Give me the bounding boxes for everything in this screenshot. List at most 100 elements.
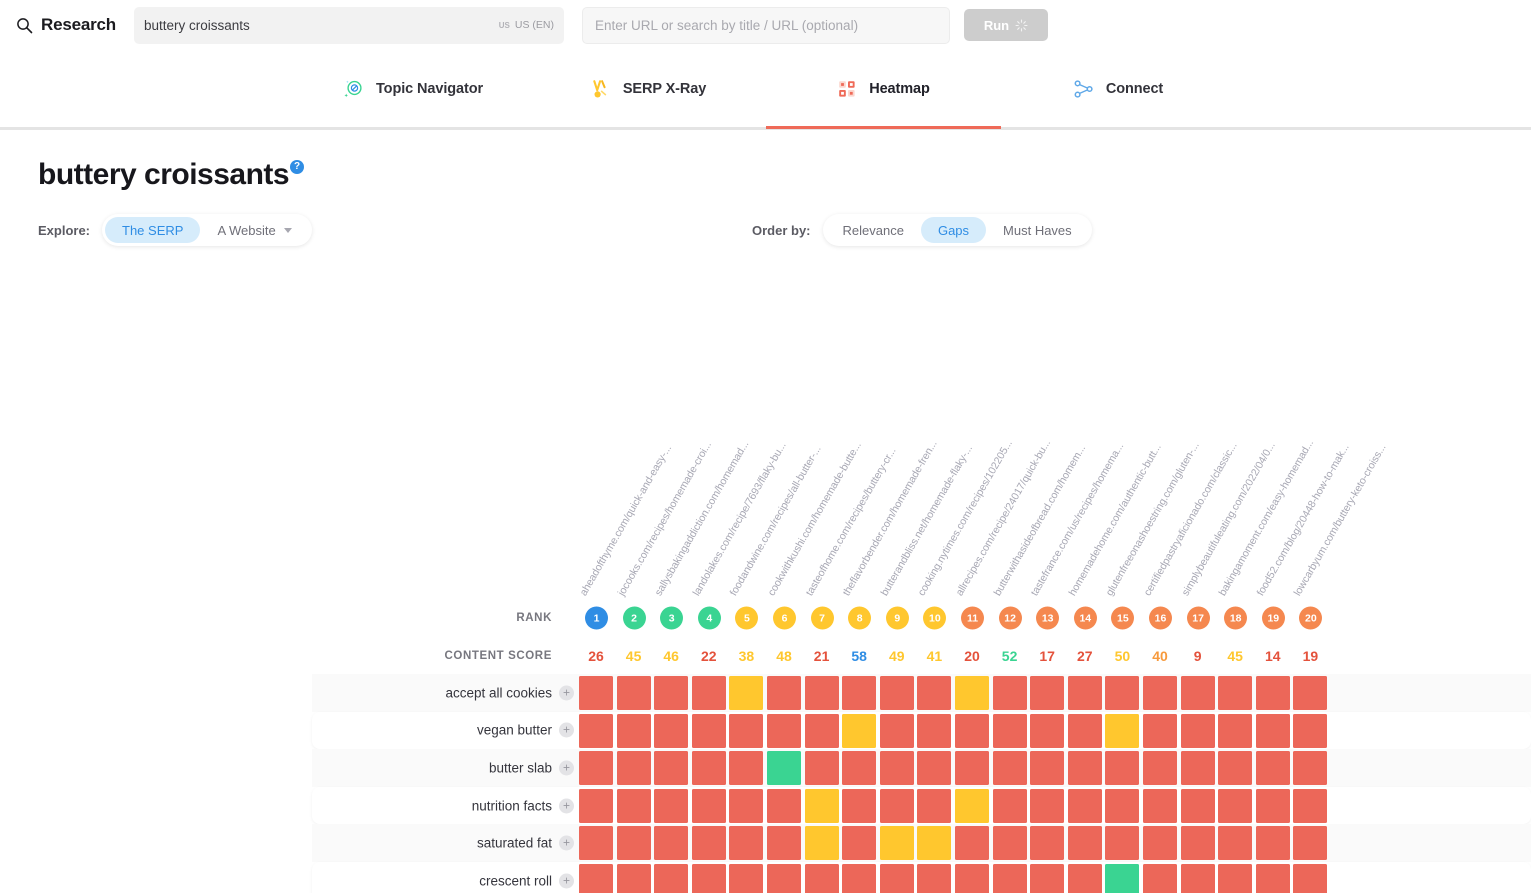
heatmap-cell[interactable] — [955, 751, 989, 785]
heatmap-cell[interactable] — [805, 676, 839, 710]
heatmap-cell[interactable] — [1293, 751, 1327, 785]
heatmap-cell[interactable] — [1218, 751, 1252, 785]
heatmap-cell[interactable] — [1256, 676, 1290, 710]
heatmap-cell[interactable] — [729, 789, 763, 823]
heatmap-cell[interactable] — [729, 751, 763, 785]
rank-badge[interactable]: 3 — [660, 607, 683, 630]
heatmap-cell[interactable] — [917, 676, 951, 710]
heatmap-cell[interactable] — [1068, 864, 1102, 893]
heatmap-cell[interactable] — [729, 676, 763, 710]
heatmap-cell[interactable] — [955, 826, 989, 860]
heatmap-cell[interactable] — [1256, 714, 1290, 748]
heatmap-cell[interactable] — [917, 826, 951, 860]
heatmap-cell[interactable] — [654, 751, 688, 785]
heatmap-cell[interactable] — [1105, 714, 1139, 748]
heatmap-cell[interactable] — [1143, 751, 1177, 785]
rank-badge[interactable]: 5 — [735, 607, 758, 630]
plus-icon[interactable]: + — [559, 798, 574, 813]
heatmap-cell[interactable] — [1218, 864, 1252, 893]
heatmap-cell[interactable] — [1143, 826, 1177, 860]
heatmap-cell[interactable] — [1030, 714, 1064, 748]
heatmap-cell[interactable] — [1293, 714, 1327, 748]
explore-option-a-website[interactable]: A Website — [200, 217, 308, 243]
heatmap-cell[interactable] — [579, 751, 613, 785]
heatmap-cell[interactable] — [993, 751, 1027, 785]
heatmap-cell[interactable] — [917, 789, 951, 823]
heatmap-cell[interactable] — [1181, 864, 1215, 893]
heatmap-cell[interactable] — [1143, 789, 1177, 823]
heatmap-cell[interactable] — [993, 714, 1027, 748]
heatmap-cell[interactable] — [842, 864, 876, 893]
heatmap-cell[interactable] — [993, 864, 1027, 893]
rank-badge[interactable]: 12 — [999, 607, 1022, 630]
heatmap-cell[interactable] — [1293, 676, 1327, 710]
heatmap-cell[interactable] — [880, 789, 914, 823]
heatmap-cell[interactable] — [617, 676, 651, 710]
heatmap-cell[interactable] — [767, 826, 801, 860]
heatmap-cell[interactable] — [729, 864, 763, 893]
rank-badge[interactable]: 18 — [1224, 607, 1247, 630]
heatmap-cell[interactable] — [767, 714, 801, 748]
heatmap-cell[interactable] — [993, 826, 1027, 860]
heatmap-cell[interactable] — [767, 751, 801, 785]
heatmap-cell[interactable] — [880, 676, 914, 710]
heatmap-cell[interactable] — [842, 826, 876, 860]
heatmap-cell[interactable] — [955, 676, 989, 710]
heatmap-cell[interactable] — [1143, 676, 1177, 710]
plus-icon[interactable]: + — [559, 836, 574, 851]
heatmap-cell[interactable] — [654, 714, 688, 748]
heatmap-cell[interactable] — [880, 826, 914, 860]
heatmap-cell[interactable] — [1256, 751, 1290, 785]
run-button[interactable]: Run — [964, 9, 1048, 41]
heatmap-cell[interactable] — [767, 789, 801, 823]
heatmap-cell[interactable] — [729, 826, 763, 860]
tab-heatmap[interactable]: Heatmap — [766, 50, 1001, 127]
rank-badge[interactable]: 11 — [961, 607, 984, 630]
heatmap-cell[interactable] — [1105, 826, 1139, 860]
explore-option-the-serp[interactable]: The SERP — [105, 217, 200, 243]
heatmap-cell[interactable] — [617, 826, 651, 860]
heatmap-cell[interactable] — [692, 789, 726, 823]
rank-badge[interactable]: 16 — [1149, 607, 1172, 630]
heatmap-cell[interactable] — [880, 714, 914, 748]
order-option-relevance[interactable]: Relevance — [826, 217, 921, 243]
heatmap-cell[interactable] — [1181, 676, 1215, 710]
heatmap-cell[interactable] — [1143, 864, 1177, 893]
heatmap-cell[interactable] — [1181, 751, 1215, 785]
heatmap-cell[interactable] — [1218, 714, 1252, 748]
heatmap-cell[interactable] — [1256, 826, 1290, 860]
tab-topic-navigator[interactable]: Topic Navigator — [296, 50, 531, 127]
heatmap-cell[interactable] — [1030, 751, 1064, 785]
heatmap-cell[interactable] — [579, 864, 613, 893]
heatmap-cell[interactable] — [1181, 826, 1215, 860]
plus-icon[interactable]: + — [559, 685, 574, 700]
heatmap-cell[interactable] — [1030, 864, 1064, 893]
heatmap-cell[interactable] — [1068, 789, 1102, 823]
heatmap-cell[interactable] — [1181, 789, 1215, 823]
heatmap-cell[interactable] — [1068, 676, 1102, 710]
rank-badge[interactable]: 17 — [1187, 607, 1210, 630]
heatmap-cell[interactable] — [842, 789, 876, 823]
rank-badge[interactable]: 6 — [773, 607, 796, 630]
heatmap-cell[interactable] — [1030, 826, 1064, 860]
rank-badge[interactable]: 10 — [923, 607, 946, 630]
heatmap-cell[interactable] — [880, 864, 914, 893]
rank-badge[interactable]: 1 — [585, 607, 608, 630]
plus-icon[interactable]: + — [559, 760, 574, 775]
heatmap-cell[interactable] — [617, 751, 651, 785]
heatmap-cell[interactable] — [654, 676, 688, 710]
heatmap-cell[interactable] — [842, 751, 876, 785]
heatmap-cell[interactable] — [1105, 751, 1139, 785]
heatmap-cell[interactable] — [617, 714, 651, 748]
heatmap-cell[interactable] — [805, 751, 839, 785]
heatmap-cell[interactable] — [993, 789, 1027, 823]
heatmap-cell[interactable] — [729, 714, 763, 748]
heatmap-cell[interactable] — [805, 714, 839, 748]
rank-badge[interactable]: 2 — [623, 607, 646, 630]
heatmap-cell[interactable] — [842, 714, 876, 748]
plus-icon[interactable]: + — [559, 873, 574, 888]
heatmap-cell[interactable] — [1068, 714, 1102, 748]
heatmap-cell[interactable] — [1293, 864, 1327, 893]
heatmap-cell[interactable] — [1218, 789, 1252, 823]
heatmap-cell[interactable] — [767, 864, 801, 893]
